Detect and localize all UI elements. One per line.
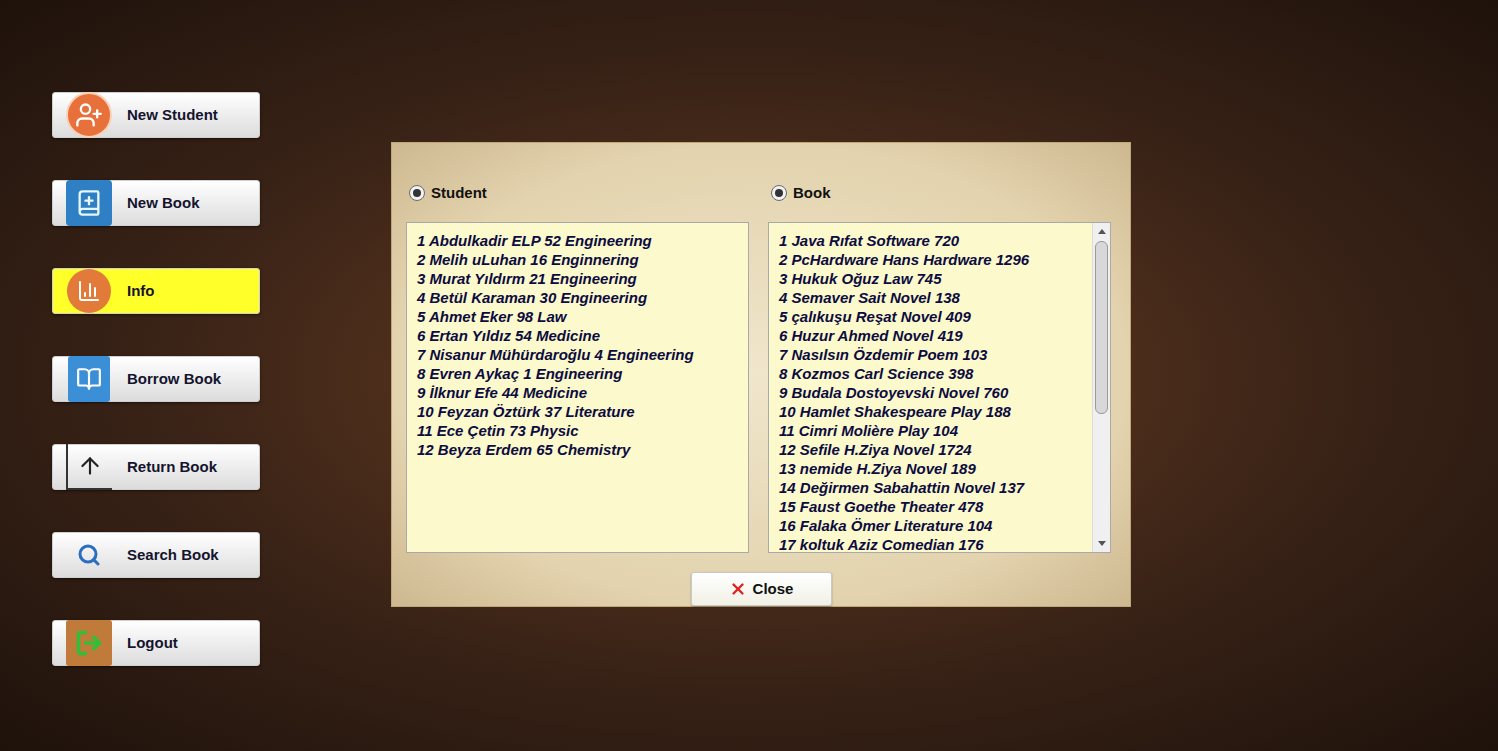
- list-row[interactable]: 12 Beyza Erdem 65 Chemistry: [417, 440, 748, 459]
- new-book-icon: [66, 180, 112, 226]
- list-row[interactable]: 11 Ece Çetin 73 Physic: [417, 421, 748, 440]
- return-arrow-icon: [66, 444, 112, 490]
- list-row[interactable]: 6 Ertan Yıldız 54 Medicine: [417, 326, 748, 345]
- list-row[interactable]: 12 Sefile H.Ziya Novel 1724: [779, 440, 1092, 459]
- list-row[interactable]: 15 Faust Goethe Theater 478: [779, 497, 1092, 516]
- list-row[interactable]: 1 Abdulkadir ELP 52 Engineering: [417, 231, 748, 250]
- sidebar-button[interactable]: Borrow Book: [52, 356, 260, 402]
- list-row[interactable]: 4 Semaver Sait Novel 138: [779, 288, 1092, 307]
- sidebar-button[interactable]: Info: [52, 268, 260, 314]
- list-row[interactable]: 2 Melih uLuhan 16 Enginnering: [417, 250, 748, 269]
- radio-dot-icon: [413, 189, 421, 197]
- new-student-icon: [66, 92, 112, 138]
- borrow-book-icon: [68, 356, 110, 402]
- radio-option[interactable]: Student: [406, 179, 749, 207]
- panel: Student 1 Abdulkadir ELP 52 Engineering2 …: [406, 179, 749, 553]
- list-row[interactable]: 1 Java Rıfat Software 720: [779, 231, 1092, 250]
- close-x-icon: [729, 580, 747, 598]
- list-row[interactable]: 8 Evren Aykaç 1 Engineering: [417, 364, 748, 383]
- sidebar-button[interactable]: Return Book: [52, 444, 260, 490]
- scroll-up-icon[interactable]: [1093, 223, 1111, 241]
- list-row[interactable]: 10 Hamlet Shakespeare Play 188: [779, 402, 1092, 421]
- list-row[interactable]: 5 çalıkuşu Reşat Novel 409: [779, 307, 1092, 326]
- list-row[interactable]: 10 Feyzan Öztürk 37 Literature: [417, 402, 748, 421]
- list-row[interactable]: 7 Nisanur Mühürdaroğlu 4 Engineering: [417, 345, 748, 364]
- list-row[interactable]: 7 Nasılsın Özdemir Poem 103: [779, 345, 1092, 364]
- scrollbar[interactable]: [1092, 223, 1110, 552]
- list-box[interactable]: 1 Java Rıfat Software 7202 PcHardware Ha…: [768, 222, 1111, 553]
- panel: Book 1 Java Rıfat Software 7202 PcHardwar…: [768, 179, 1111, 553]
- list-row[interactable]: 16 Falaka Ömer Literature 104: [779, 516, 1092, 535]
- list-row[interactable]: 17 koltuk Aziz Comedian 176: [779, 535, 1092, 553]
- list-row[interactable]: 6 Huzur Ahmed Novel 419: [779, 326, 1092, 345]
- list-row[interactable]: 3 Hukuk Oğuz Law 745: [779, 269, 1092, 288]
- list-row[interactable]: 9 Budala Dostoyevski Novel 760: [779, 383, 1092, 402]
- list-row[interactable]: 14 Değirmen Sabahattin Novel 137: [779, 478, 1092, 497]
- sidebar-button[interactable]: New Student: [52, 92, 260, 138]
- library-app: New Student New Book Info Borrow Book Return…: [0, 0, 1498, 751]
- magnifier-icon: [75, 541, 103, 569]
- info-dialog: Student1 Abdulkadir ELP 52 Engineering2 …: [391, 142, 1131, 607]
- list-row[interactable]: 2 PcHardware Hans Hardware 1296: [779, 250, 1092, 269]
- close-button[interactable]: Close: [691, 572, 832, 606]
- list-row[interactable]: 5 Ahmet Eker 98 Law: [417, 307, 748, 326]
- scroll-thumb[interactable]: [1095, 241, 1108, 414]
- logout-door-icon: [66, 620, 112, 666]
- list-row[interactable]: 4 Betül Karaman 30 Engineering: [417, 288, 748, 307]
- list-row[interactable]: 11 Cimri Molière Play 104: [779, 421, 1092, 440]
- list-row[interactable]: 9 İlknur Efe 44 Medicine: [417, 383, 748, 402]
- chart-icon: [67, 269, 111, 313]
- radio-dot-icon: [775, 189, 783, 197]
- list-row[interactable]: 8 Kozmos Carl Science 398: [779, 364, 1092, 383]
- radio-option[interactable]: Book: [768, 179, 1111, 207]
- list-row[interactable]: 3 Murat Yıldırm 21 Engineering: [417, 269, 748, 288]
- sidebar-button[interactable]: New Book: [52, 180, 260, 226]
- sidebar-button[interactable]: Search Book: [52, 532, 260, 578]
- sidebar: New Student New Book Info Borrow Book Return…: [0, 0, 260, 666]
- scroll-down-icon[interactable]: [1093, 534, 1111, 552]
- list-row[interactable]: 13 nemide H.Ziya Novel 189: [779, 459, 1092, 478]
- list-box[interactable]: 1 Abdulkadir ELP 52 Engineering2 Melih u…: [406, 222, 749, 553]
- sidebar-button[interactable]: Logout: [52, 620, 260, 666]
